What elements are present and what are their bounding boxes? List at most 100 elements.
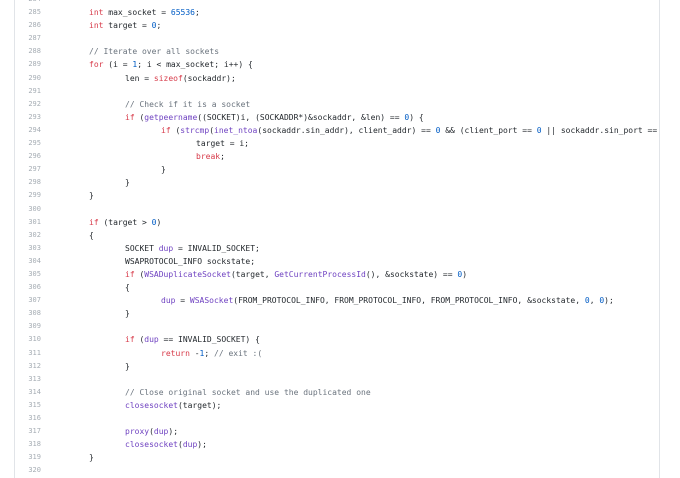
code-token: ) {: [409, 112, 424, 122]
code-token: SOCKET: [125, 243, 159, 253]
line-number[interactable]: 314: [15, 386, 41, 399]
line-number[interactable]: 309: [15, 320, 41, 333]
line-number[interactable]: 310: [15, 333, 41, 346]
line-number[interactable]: 289: [15, 58, 41, 71]
code-token: break: [196, 152, 221, 162]
code-token: target =: [103, 21, 152, 31]
code-token: dup: [182, 440, 198, 450]
code-line: 287: [15, 32, 659, 45]
code-token: }: [125, 361, 130, 371]
code-token: (), &sockstate) ==: [365, 269, 458, 279]
code-token: -: [189, 348, 200, 358]
line-number[interactable]: 285: [15, 6, 41, 19]
line-number[interactable]: 304: [15, 255, 41, 268]
code-token: ): [156, 217, 162, 227]
line-number[interactable]: 312: [15, 360, 41, 373]
line-number[interactable]: 286: [15, 19, 41, 32]
code-line: 304 WSAPROTOCOL_INFO sockstate;: [15, 255, 659, 268]
code-token: ;: [156, 21, 162, 31]
code-text: break;: [196, 150, 225, 163]
code-line: 303 SOCKET dup = INVALID_SOCKET;: [15, 242, 659, 255]
line-number[interactable]: 287: [15, 32, 41, 45]
code-token: (: [170, 125, 181, 135]
code-text: }: [89, 451, 94, 464]
line-number[interactable]: 288: [15, 45, 41, 58]
code-token: int: [89, 21, 104, 31]
line-number[interactable]: 296: [15, 150, 41, 163]
code-text: }: [161, 163, 166, 176]
code-token: }: [161, 165, 166, 175]
line-number[interactable]: 301: [15, 216, 41, 229]
code-text: {: [125, 281, 130, 294]
line-number[interactable]: 294: [15, 124, 41, 137]
code-line: 300: [15, 203, 659, 216]
line-number[interactable]: 317: [15, 425, 41, 438]
code-token: if: [161, 125, 171, 135]
code-line: 301 if (target > 0): [15, 216, 659, 229]
code-line: 293 if (getpeername((SOCKET)i, (SOCKADDR*…: [15, 111, 659, 124]
code-token: (: [134, 112, 145, 122]
code-token: getpeername: [144, 112, 198, 122]
line-number[interactable]: 290: [15, 72, 41, 85]
line-number[interactable]: 318: [15, 438, 41, 451]
line-number[interactable]: 320: [15, 464, 41, 477]
code-token: (target,: [230, 269, 275, 279]
code-token: // Iterate over all sockets: [89, 47, 220, 57]
code-token: closesocket: [125, 440, 178, 450]
code-token: == INVALID_SOCKET) {: [158, 335, 260, 345]
code-token: // Check if it is a socket: [125, 99, 251, 109]
line-number[interactable]: 308: [15, 307, 41, 320]
code-token: {: [89, 230, 94, 240]
line-number[interactable]: 319: [15, 451, 41, 464]
code-token: );: [604, 296, 614, 306]
code-line: 311 return -1; // exit :(: [15, 347, 659, 360]
code-token: );: [197, 440, 207, 450]
line-number[interactable]: 305: [15, 268, 41, 281]
code-line: 308}: [15, 307, 659, 320]
code-line: 297}: [15, 163, 659, 176]
code-token: {: [125, 283, 130, 293]
code-token: (: [134, 335, 145, 345]
code-token: =: [175, 296, 190, 306]
code-token: }: [89, 453, 94, 463]
code-text: closesocket(target);: [125, 399, 221, 412]
code-text: for (i = 1; i < max_socket; i++) {: [89, 58, 253, 71]
code-line: 295 target = i;: [15, 137, 659, 150]
line-number[interactable]: 291: [15, 85, 41, 98]
line-number[interactable]: 292: [15, 98, 41, 111]
code-line: 313: [15, 373, 659, 386]
code-token: (i =: [103, 60, 133, 70]
code-line: 312}: [15, 360, 659, 373]
code-line: 310 if (dup == INVALID_SOCKET) {: [15, 333, 659, 346]
code-token: (: [134, 269, 145, 279]
code-line: 286 int target = 0;: [15, 19, 659, 32]
line-number[interactable]: 315: [15, 399, 41, 412]
code-token: || sockaddr.sin_port ==: [541, 125, 660, 135]
line-number[interactable]: 311: [15, 347, 41, 360]
code-text: int max_socket = 65536;: [89, 6, 200, 19]
code-token: ((SOCKET)i, (SOCKADDR*)&sockaddr, &len) …: [197, 112, 405, 122]
code-token: dup: [158, 243, 174, 253]
code-text: if (strcmp(inet_ntoa(sockaddr.sin_addr),…: [161, 124, 660, 137]
line-number[interactable]: 298: [15, 176, 41, 189]
line-number[interactable]: 300: [15, 203, 41, 216]
line-number[interactable]: 302: [15, 229, 41, 242]
code-token: WSAPROTOCOL_INFO sockstate;: [125, 256, 256, 266]
line-number[interactable]: 307: [15, 294, 41, 307]
code-token: // exit :(: [214, 348, 263, 358]
line-number[interactable]: 293: [15, 111, 41, 124]
code-token: return: [161, 348, 190, 358]
code-token: sizeof: [153, 73, 183, 83]
code-line: 290 len = sizeof(sockaddr);: [15, 72, 659, 85]
code-line: 296 break;: [15, 150, 659, 163]
code-token: ): [462, 269, 468, 279]
line-number[interactable]: 306: [15, 281, 41, 294]
line-number[interactable]: 303: [15, 242, 41, 255]
line-number[interactable]: 316: [15, 412, 41, 425]
line-number[interactable]: 295: [15, 137, 41, 150]
code-line: 320: [15, 464, 659, 477]
code-line: 317 proxy(dup);: [15, 425, 659, 438]
line-number[interactable]: 313: [15, 373, 41, 386]
line-number[interactable]: 299: [15, 189, 41, 202]
line-number[interactable]: 297: [15, 163, 41, 176]
